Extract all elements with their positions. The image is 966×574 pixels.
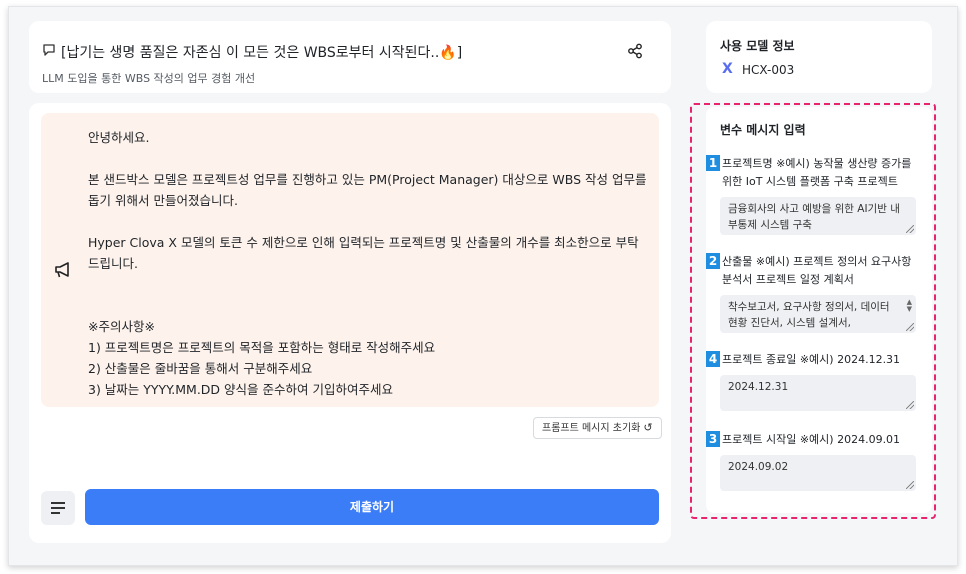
project-name-field[interactable]: 금융회사의 사고 예방을 위한 AI기반 내부통제 시스템 구축: [720, 197, 916, 235]
page-subtitle: LLM 도입을 통한 WBS 작성의 업무 경험 개선: [42, 72, 256, 85]
field-value: 2024.09.02: [728, 461, 789, 473]
field-value: 금융회사의 사고 예방을 위한 AI기반 내부통제 시스템 구축: [728, 203, 900, 231]
variable-input-title: 변수 메시지 입력: [720, 123, 806, 137]
step-badge: 4: [706, 351, 720, 367]
step-badge: 3: [706, 431, 720, 447]
field-label: 프로젝트 종료일 ※예시) 2024.12.31: [722, 353, 901, 366]
x-icon: X: [722, 61, 733, 77]
reset-prompt-label: 프롬프트 메시지 초기화: [542, 423, 641, 434]
notice-title: ※주의사항※: [88, 319, 155, 334]
step-badge: 1: [706, 155, 720, 171]
variable-input-card: 변수 메시지 입력 1 프로젝트명 ※예시) 농작물 생산량 증가를 위한 Io…: [706, 107, 932, 513]
start-date-field[interactable]: 2024.09.02: [720, 455, 916, 491]
field-label: 프로젝트명 ※예시) 농작물 생산량 증가를 위한 IoT 시스템 플랫폼 구축…: [722, 157, 912, 188]
megaphone-icon: [55, 262, 69, 278]
step-badge: 2: [706, 253, 720, 269]
submit-button[interactable]: 제출하기: [85, 489, 659, 525]
share-icon[interactable]: [627, 43, 643, 59]
token-limit-paragraph: Hyper Clova X 모델의 토큰 수 제한으로 인해 입력되는 프로젝트…: [88, 235, 639, 271]
header-card: [납기는 생명 품질은 자존심 이 모든 것은 WBS로부터 시작된다..🔥] …: [29, 21, 671, 93]
greeting-text: 안녕하세요.: [88, 130, 150, 145]
resize-handle-icon[interactable]: [906, 401, 914, 409]
intro-paragraph: 본 샌드박스 모델은 프로젝트성 업무를 진행하고 있는 PM(Project …: [88, 172, 647, 208]
field-label: 프로젝트 시작일 ※예시) 2024.09.01: [722, 433, 901, 446]
model-info-card: 사용 모델 정보 X HCX-003: [706, 21, 932, 93]
resize-handle-icon[interactable]: [906, 323, 914, 331]
notice-item: 2) 산출물은 줄바꿈을 통해서 구분해주세요: [88, 361, 313, 376]
refresh-icon: ↺: [643, 421, 653, 434]
model-name: HCX-003: [742, 63, 795, 77]
field-label: 산출물 ※예시) 프로젝트 정의서 요구사항 분석서 프로젝트 일정 계획서: [722, 255, 912, 286]
chat-card: 안녕하세요. 본 샌드박스 모델은 프로젝트성 업무를 진행하고 있는 PM(P…: [29, 103, 671, 543]
model-info-title: 사용 모델 정보: [720, 39, 795, 53]
notice-item: 3) 날짜는 YYYY.MM.DD 양식을 준수하여 기입하여주세요: [88, 382, 393, 397]
resize-handle-icon[interactable]: [906, 481, 914, 489]
field-value: 2024.12.31: [728, 381, 789, 393]
scroll-arrows-icon[interactable]: ▲ ▼: [907, 299, 912, 313]
reset-prompt-button[interactable]: 프롬프트 메시지 초기화 ↺: [533, 417, 662, 439]
app-window: [납기는 생명 품질은 자존심 이 모든 것은 WBS로부터 시작된다..🔥] …: [8, 6, 958, 566]
system-message-bubble: 안녕하세요. 본 샌드박스 모델은 프로젝트성 업무를 진행하고 있는 PM(P…: [41, 113, 659, 407]
chat-bubble-icon: [43, 44, 55, 56]
end-date-field[interactable]: 2024.12.31: [720, 375, 916, 411]
message-text: 안녕하세요. 본 샌드박스 모델은 프로젝트성 업무를 진행하고 있는 PM(P…: [88, 127, 648, 400]
text-align-button[interactable]: [41, 491, 75, 525]
resize-handle-icon[interactable]: [906, 225, 914, 233]
notice-item: 1) 프로젝트명은 프로젝트의 목적을 포함하는 형태로 작성해주세요: [88, 340, 436, 355]
field-value: 착수보고서, 요구사항 정의서, 데이터 현황 진단서, 시스템 설계서,: [728, 301, 890, 329]
page-title: [납기는 생명 품질은 자존심 이 모든 것은 WBS로부터 시작된다..🔥]: [61, 45, 463, 61]
deliverables-field[interactable]: 착수보고서, 요구사항 정의서, 데이터 현황 진단서, 시스템 설계서, ▲ ▼: [720, 295, 916, 333]
